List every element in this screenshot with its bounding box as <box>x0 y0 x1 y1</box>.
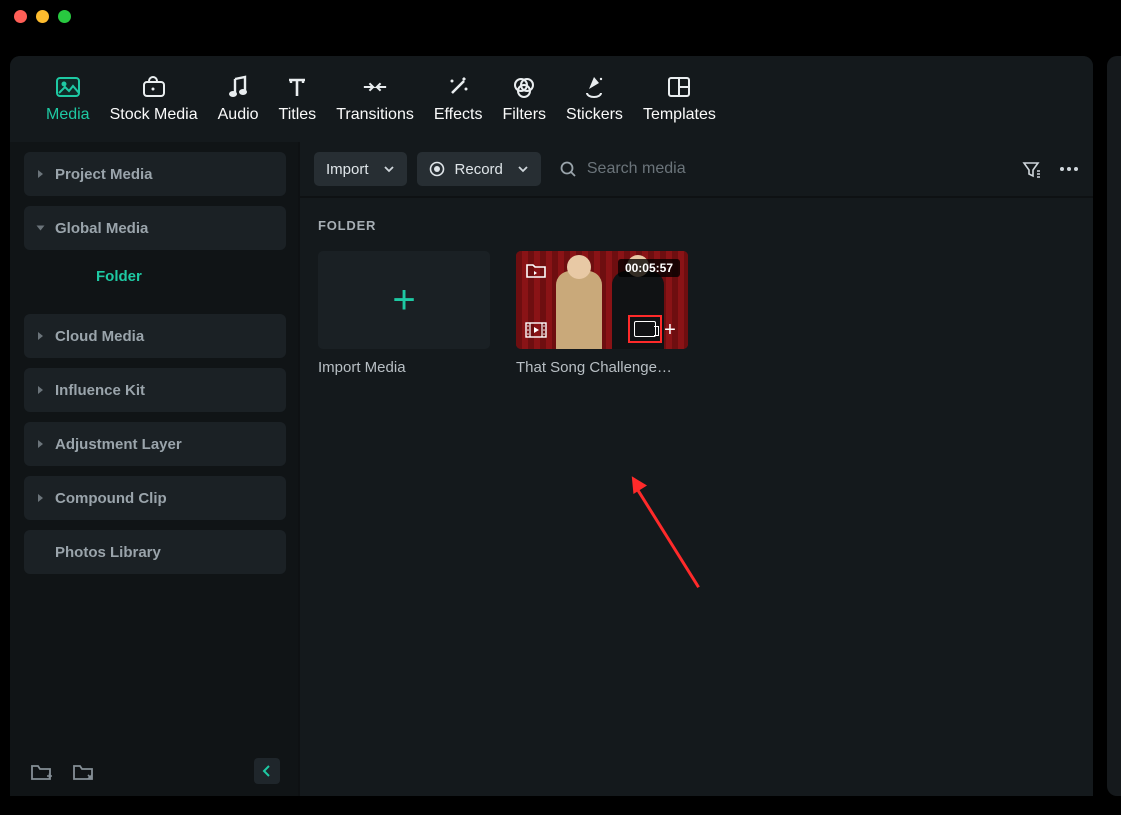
sidebar-item-label: Folder <box>96 268 142 285</box>
media-content: Import Record <box>298 142 1093 796</box>
section-title: FOLDER <box>318 218 1075 233</box>
chevron-down-icon <box>517 165 529 173</box>
tab-label: Titles <box>279 106 317 124</box>
record-label: Record <box>455 161 503 178</box>
magic-wand-icon <box>445 75 471 99</box>
more-menu-icon[interactable] <box>1059 166 1079 172</box>
import-media-thumb[interactable]: + <box>318 251 490 349</box>
chevron-right-icon <box>38 170 43 178</box>
sidebar-footer <box>24 752 286 786</box>
transitions-icon <box>362 75 388 99</box>
toolbar-right <box>1021 159 1079 179</box>
thumbnail-figure <box>556 271 602 349</box>
sidebar-item-label: Compound Clip <box>55 490 167 507</box>
sidebar-subitem-folder[interactable]: Folder <box>24 256 286 296</box>
sidebar-item-label: Adjustment Layer <box>55 436 182 453</box>
tab-label: Effects <box>434 106 483 124</box>
record-dropdown[interactable]: Record <box>417 152 541 186</box>
minimize-window-button[interactable] <box>36 10 49 23</box>
sidebar-item-cloud-media[interactable]: Cloud Media <box>24 314 286 358</box>
media-tile-video[interactable]: 00:05:57 + That Song <box>516 251 688 376</box>
sidebar-item-label: Photos Library <box>55 544 161 561</box>
sidebar-item-adjustment-layer[interactable]: Adjustment Layer <box>24 422 286 466</box>
sidebar-item-label: Global Media <box>55 220 148 237</box>
media-grid: FOLDER + Import Media 00:05:57 <box>300 198 1093 396</box>
tab-label: Media <box>46 106 90 124</box>
top-tabbar: Media Stock Media Audio Titles Transitio… <box>10 56 1093 142</box>
tile-caption: Import Media <box>318 359 490 376</box>
tab-stickers[interactable]: Stickers <box>566 75 623 124</box>
sidebar-item-label: Project Media <box>55 166 153 183</box>
delete-folder-icon[interactable] <box>72 761 94 781</box>
tab-effects[interactable]: Effects <box>434 75 483 124</box>
right-collapsed-panel[interactable] <box>1107 56 1121 796</box>
import-dropdown[interactable]: Import <box>314 152 407 186</box>
collapse-sidebar-button[interactable] <box>254 758 280 784</box>
import-label: Import <box>326 161 369 178</box>
chevron-down-icon <box>37 226 45 231</box>
chevron-right-icon <box>38 494 43 502</box>
chevron-right-icon <box>38 332 43 340</box>
plus-icon: + <box>392 278 415 323</box>
new-folder-icon[interactable] <box>30 761 52 781</box>
chevron-right-icon <box>38 440 43 448</box>
media-panel: Media Stock Media Audio Titles Transitio… <box>10 56 1093 796</box>
tab-templates[interactable]: Templates <box>643 75 716 124</box>
tab-audio[interactable]: Audio <box>218 75 259 124</box>
smart-cut-overlay-icon[interactable] <box>628 315 662 343</box>
sidebar-item-label: Influence Kit <box>55 382 145 399</box>
filters-icon <box>511 75 537 99</box>
tab-label: Templates <box>643 106 716 124</box>
tab-label: Filters <box>502 106 546 124</box>
sidebar-item-global-media[interactable]: Global Media <box>24 206 286 250</box>
fullscreen-window-button[interactable] <box>58 10 71 23</box>
tile-caption: That Song Challenge… <box>516 359 688 376</box>
open-folder-overlay-icon[interactable] <box>524 259 548 281</box>
templates-icon <box>666 75 692 99</box>
import-media-tile[interactable]: + Import Media <box>318 251 490 376</box>
sidebar-item-compound-clip[interactable]: Compound Clip <box>24 476 286 520</box>
music-note-icon <box>225 75 251 99</box>
search-icon <box>559 160 577 178</box>
window-traffic-lights <box>0 0 1121 30</box>
close-window-button[interactable] <box>14 10 27 23</box>
video-thumbnail[interactable]: 00:05:57 + <box>516 251 688 349</box>
tab-label: Stickers <box>566 106 623 124</box>
chevron-down-icon <box>383 165 395 173</box>
media-icon <box>55 75 81 99</box>
sidebar-item-project-media[interactable]: Project Media <box>24 152 286 196</box>
filter-icon[interactable] <box>1021 159 1041 179</box>
duration-badge: 00:05:57 <box>618 259 680 277</box>
tab-transitions[interactable]: Transitions <box>336 75 414 124</box>
tab-titles[interactable]: Titles <box>279 75 317 124</box>
tab-label: Stock Media <box>110 106 198 124</box>
tab-stock-media[interactable]: Stock Media <box>110 75 198 124</box>
cloud-image-icon <box>141 75 167 99</box>
media-sidebar: Project Media Global Media Folder Cloud … <box>10 142 298 796</box>
search-input[interactable] <box>587 160 1011 178</box>
titles-icon <box>284 75 310 99</box>
tab-media[interactable]: Media <box>46 75 90 124</box>
tab-filters[interactable]: Filters <box>502 75 546 124</box>
sidebar-item-photos-library[interactable]: Photos Library <box>24 530 286 574</box>
sidebar-item-label: Cloud Media <box>55 328 144 345</box>
add-to-timeline-overlay-icon[interactable]: + <box>658 319 682 341</box>
tab-label: Transitions <box>336 106 414 124</box>
search-wrap <box>551 160 1011 178</box>
record-icon <box>429 161 445 177</box>
filmstrip-overlay-icon[interactable] <box>524 319 548 341</box>
stickers-icon <box>581 75 607 99</box>
chevron-right-icon <box>38 386 43 394</box>
sidebar-item-influence-kit[interactable]: Influence Kit <box>24 368 286 412</box>
content-toolbar: Import Record <box>300 142 1093 198</box>
tab-label: Audio <box>218 106 259 124</box>
